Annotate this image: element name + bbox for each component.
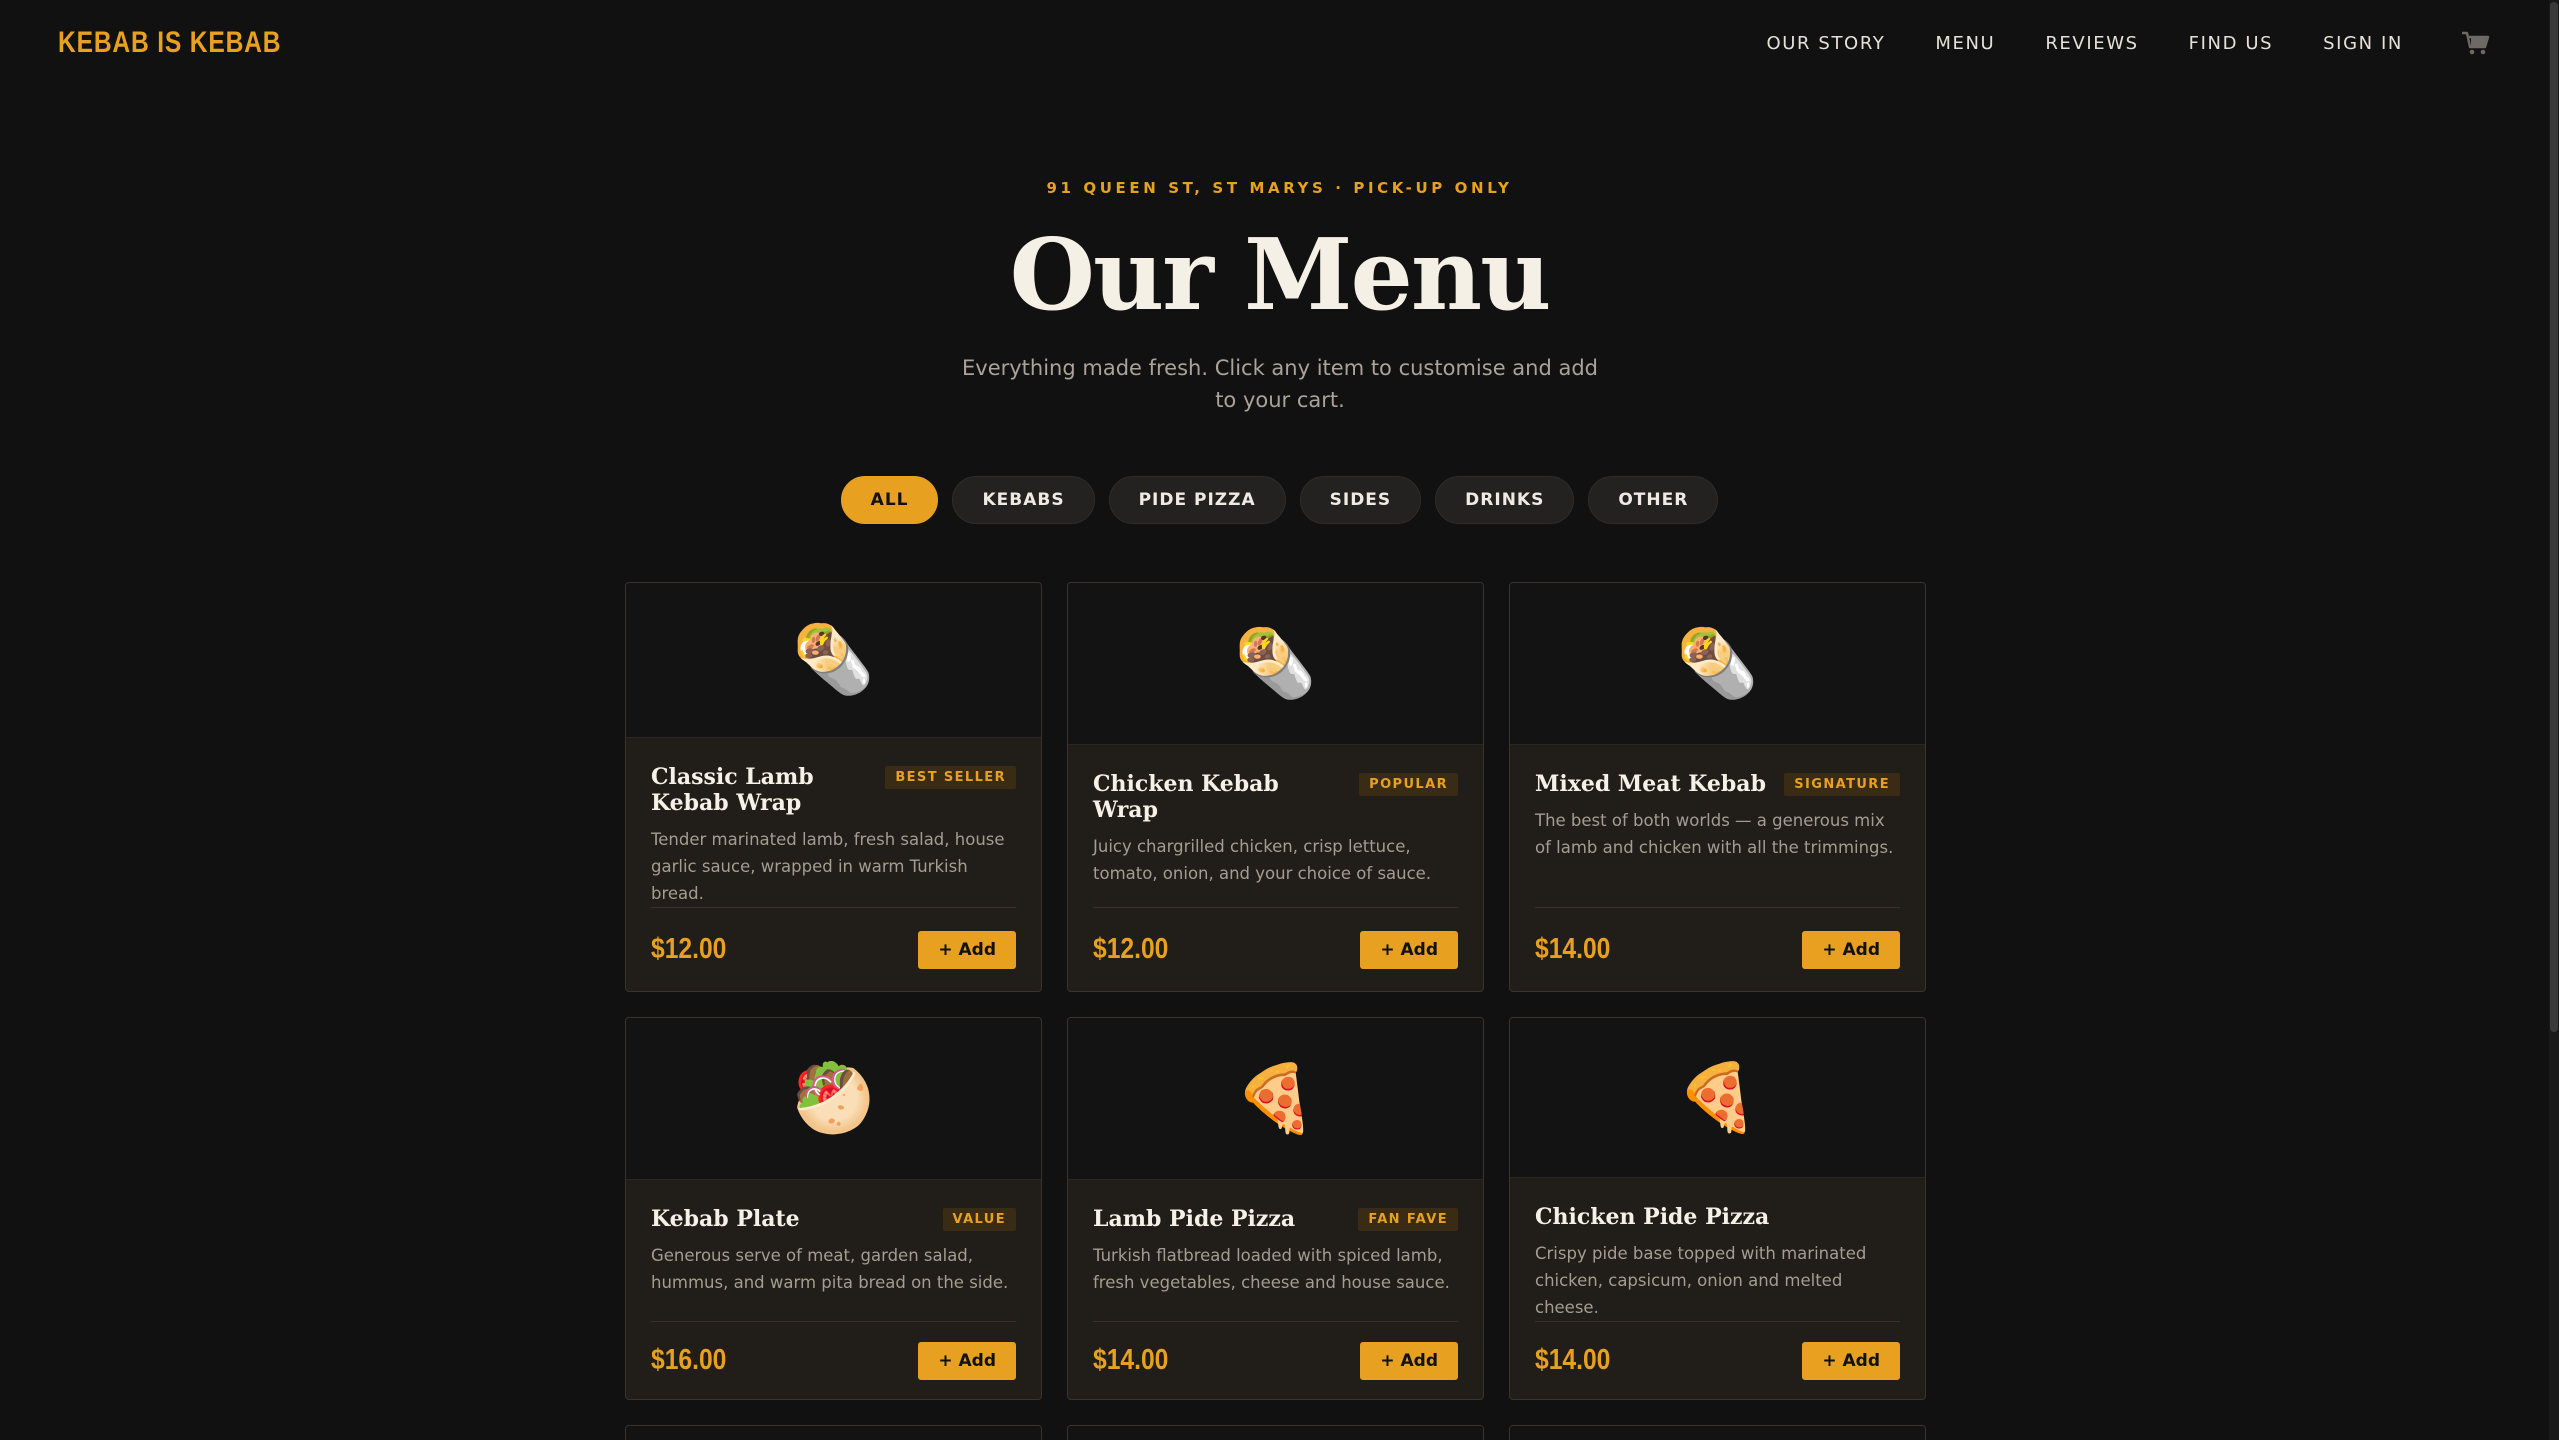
- nav-link-reviews[interactable]: REVIEWS: [2045, 33, 2138, 54]
- item-price: $12.00: [651, 933, 727, 965]
- pizza-icon: 🍕: [1234, 1059, 1317, 1137]
- nav-link-menu[interactable]: MENU: [1935, 33, 1995, 54]
- card-footer: $12.00 + Add: [1093, 907, 1458, 991]
- add-to-cart-button[interactable]: + Add: [918, 1341, 1016, 1380]
- item-price: $14.00: [1093, 1344, 1169, 1376]
- card-media: [1068, 1426, 1483, 1440]
- card-head: Kebab Plate VALUE: [651, 1206, 1016, 1232]
- card-media: 🌯: [1068, 583, 1483, 745]
- item-badge: SIGNATURE: [1784, 773, 1900, 796]
- add-to-cart-button[interactable]: + Add: [1360, 930, 1458, 969]
- burrito-icon: 🌯: [1676, 624, 1759, 702]
- pizza-icon: 🍕: [1676, 1058, 1759, 1136]
- card-footer: $14.00 + Add: [1535, 1321, 1900, 1399]
- top-nav: KEBAB IS KEBAB OUR STORY MENU REVIEWS FI…: [0, 0, 2559, 86]
- card-media: 🍕: [1068, 1018, 1483, 1180]
- menu-page: KEBAB IS KEBAB OUR STORY MENU REVIEWS FI…: [0, 0, 2559, 1440]
- menu-card[interactable]: 🍕 Lamb Pide Pizza FAN FAVE Turkish flatb…: [1067, 1017, 1484, 1400]
- category-filters: ALL KEBABS PIDE PIZZA SIDES DRINKS OTHER: [0, 476, 2559, 524]
- nav-link-our-story[interactable]: OUR STORY: [1766, 33, 1885, 54]
- item-name: Chicken Pide Pizza: [1535, 1204, 1770, 1230]
- card-media: [1510, 1426, 1925, 1440]
- brand-logo[interactable]: KEBAB IS KEBAB: [58, 26, 281, 60]
- nav-link-find-us[interactable]: FIND US: [2189, 33, 2274, 54]
- filter-chip-all[interactable]: ALL: [840, 476, 939, 524]
- card-media: [626, 1426, 1041, 1440]
- page-scrollbar[interactable]: [2549, 0, 2559, 1440]
- menu-card[interactable]: 🌯 Classic Lamb Kebab Wrap BEST SELLER Te…: [625, 582, 1042, 992]
- menu-card[interactable]: 🥙 Kebab Plate VALUE Generous serve of me…: [625, 1017, 1042, 1400]
- item-description: Generous serve of meat, garden salad, hu…: [651, 1246, 1009, 1292]
- card-head: Lamb Pide Pizza FAN FAVE: [1093, 1206, 1458, 1232]
- card-head: Chicken Pide Pizza: [1535, 1204, 1900, 1230]
- card-media: 🍕: [1510, 1018, 1925, 1178]
- filter-chip-kebabs[interactable]: KEBABS: [952, 476, 1095, 524]
- card-head: Classic Lamb Kebab Wrap BEST SELLER: [651, 764, 1016, 816]
- card-footer: $14.00 + Add: [1535, 907, 1900, 991]
- menu-card[interactable]: 🌯 Chicken Kebab Wrap POPULAR Juicy charg…: [1067, 582, 1484, 992]
- menu-card-partial[interactable]: [625, 1425, 1042, 1440]
- menu-card-partial[interactable]: [1067, 1425, 1484, 1440]
- item-price: $16.00: [651, 1344, 727, 1376]
- add-to-cart-button[interactable]: + Add: [918, 930, 1016, 969]
- card-body: Chicken Pide Pizza Crispy pide base topp…: [1510, 1178, 1925, 1399]
- card-head: Mixed Meat Kebab SIGNATURE: [1535, 771, 1900, 797]
- page-title: Our Menu: [1009, 218, 1552, 333]
- item-price: $14.00: [1535, 1344, 1611, 1376]
- item-badge: FAN FAVE: [1358, 1208, 1458, 1231]
- menu-card[interactable]: 🍕 Chicken Pide Pizza Crispy pide base to…: [1509, 1017, 1926, 1400]
- card-media: 🥙: [626, 1018, 1041, 1180]
- add-to-cart-button[interactable]: + Add: [1802, 1341, 1900, 1380]
- card-footer: $16.00 + Add: [651, 1321, 1016, 1399]
- filter-chip-drinks[interactable]: DRINKS: [1435, 476, 1575, 524]
- card-body: Classic Lamb Kebab Wrap BEST SELLER Tend…: [626, 738, 1041, 991]
- nav-link-sign-in[interactable]: SIGN IN: [2323, 33, 2403, 54]
- burrito-icon: 🌯: [792, 621, 875, 698]
- item-badge: POPULAR: [1359, 773, 1458, 796]
- filter-chip-sides[interactable]: SIDES: [1299, 476, 1422, 524]
- menu-grid: 🌯 Classic Lamb Kebab Wrap BEST SELLER Te…: [625, 582, 1926, 1440]
- item-badge: VALUE: [942, 1208, 1016, 1231]
- card-body: Lamb Pide Pizza FAN FAVE Turkish flatbre…: [1068, 1180, 1483, 1399]
- item-name: Lamb Pide Pizza: [1093, 1206, 1296, 1232]
- item-description: Crispy pide base topped with marinated c…: [1535, 1244, 1867, 1317]
- filter-chip-pide-pizza[interactable]: PIDE PIZZA: [1108, 476, 1286, 524]
- item-description: Tender marinated lamb, fresh salad, hous…: [651, 830, 1005, 903]
- menu-card-partial[interactable]: [1509, 1425, 1926, 1440]
- scrollbar-thumb[interactable]: [2550, 2, 2558, 1032]
- burrito-icon: 🌯: [1234, 624, 1317, 702]
- item-name: Chicken Kebab Wrap: [1093, 771, 1279, 823]
- card-head: Chicken Kebab Wrap POPULAR: [1093, 771, 1458, 823]
- card-body: Mixed Meat Kebab SIGNATURE The best of b…: [1510, 745, 1925, 991]
- item-price: $12.00: [1093, 933, 1169, 965]
- add-to-cart-button[interactable]: + Add: [1360, 1341, 1458, 1380]
- item-price: $14.00: [1535, 933, 1611, 965]
- page-subtitle: Everything made fresh. Click any item to…: [962, 356, 1598, 412]
- item-description: Turkish flatbread loaded with spiced lam…: [1093, 1246, 1450, 1292]
- item-description: The best of both worlds — a generous mix…: [1535, 811, 1894, 857]
- card-media: 🌯: [626, 583, 1041, 738]
- nav-links: OUR STORY MENU REVIEWS FIND US SIGN IN: [1766, 30, 2491, 56]
- card-footer: $12.00 + Add: [651, 907, 1016, 991]
- menu-card[interactable]: 🌯 Mixed Meat Kebab SIGNATURE The best of…: [1509, 582, 1926, 992]
- card-media: 🌯: [1510, 583, 1925, 745]
- item-name: Mixed Meat Kebab: [1535, 771, 1766, 797]
- card-footer: $14.00 + Add: [1093, 1321, 1458, 1399]
- item-badge: BEST SELLER: [885, 766, 1016, 789]
- stuffed-flatbread-icon: 🥙: [792, 1059, 875, 1137]
- item-name: Kebab Plate: [651, 1206, 800, 1232]
- cart-icon[interactable]: [2461, 30, 2491, 56]
- item-name: Classic Lamb Kebab Wrap: [651, 764, 814, 816]
- item-description: Juicy chargrilled chicken, crisp lettuce…: [1093, 837, 1432, 883]
- filter-chip-other[interactable]: OTHER: [1588, 476, 1719, 524]
- card-body: Chicken Kebab Wrap POPULAR Juicy chargri…: [1068, 745, 1483, 991]
- add-to-cart-button[interactable]: + Add: [1802, 930, 1900, 969]
- card-body: Kebab Plate VALUE Generous serve of meat…: [626, 1180, 1041, 1399]
- location-eyebrow: 91 QUEEN ST, ST MARYS · PICK-UP ONLY: [1046, 179, 1513, 197]
